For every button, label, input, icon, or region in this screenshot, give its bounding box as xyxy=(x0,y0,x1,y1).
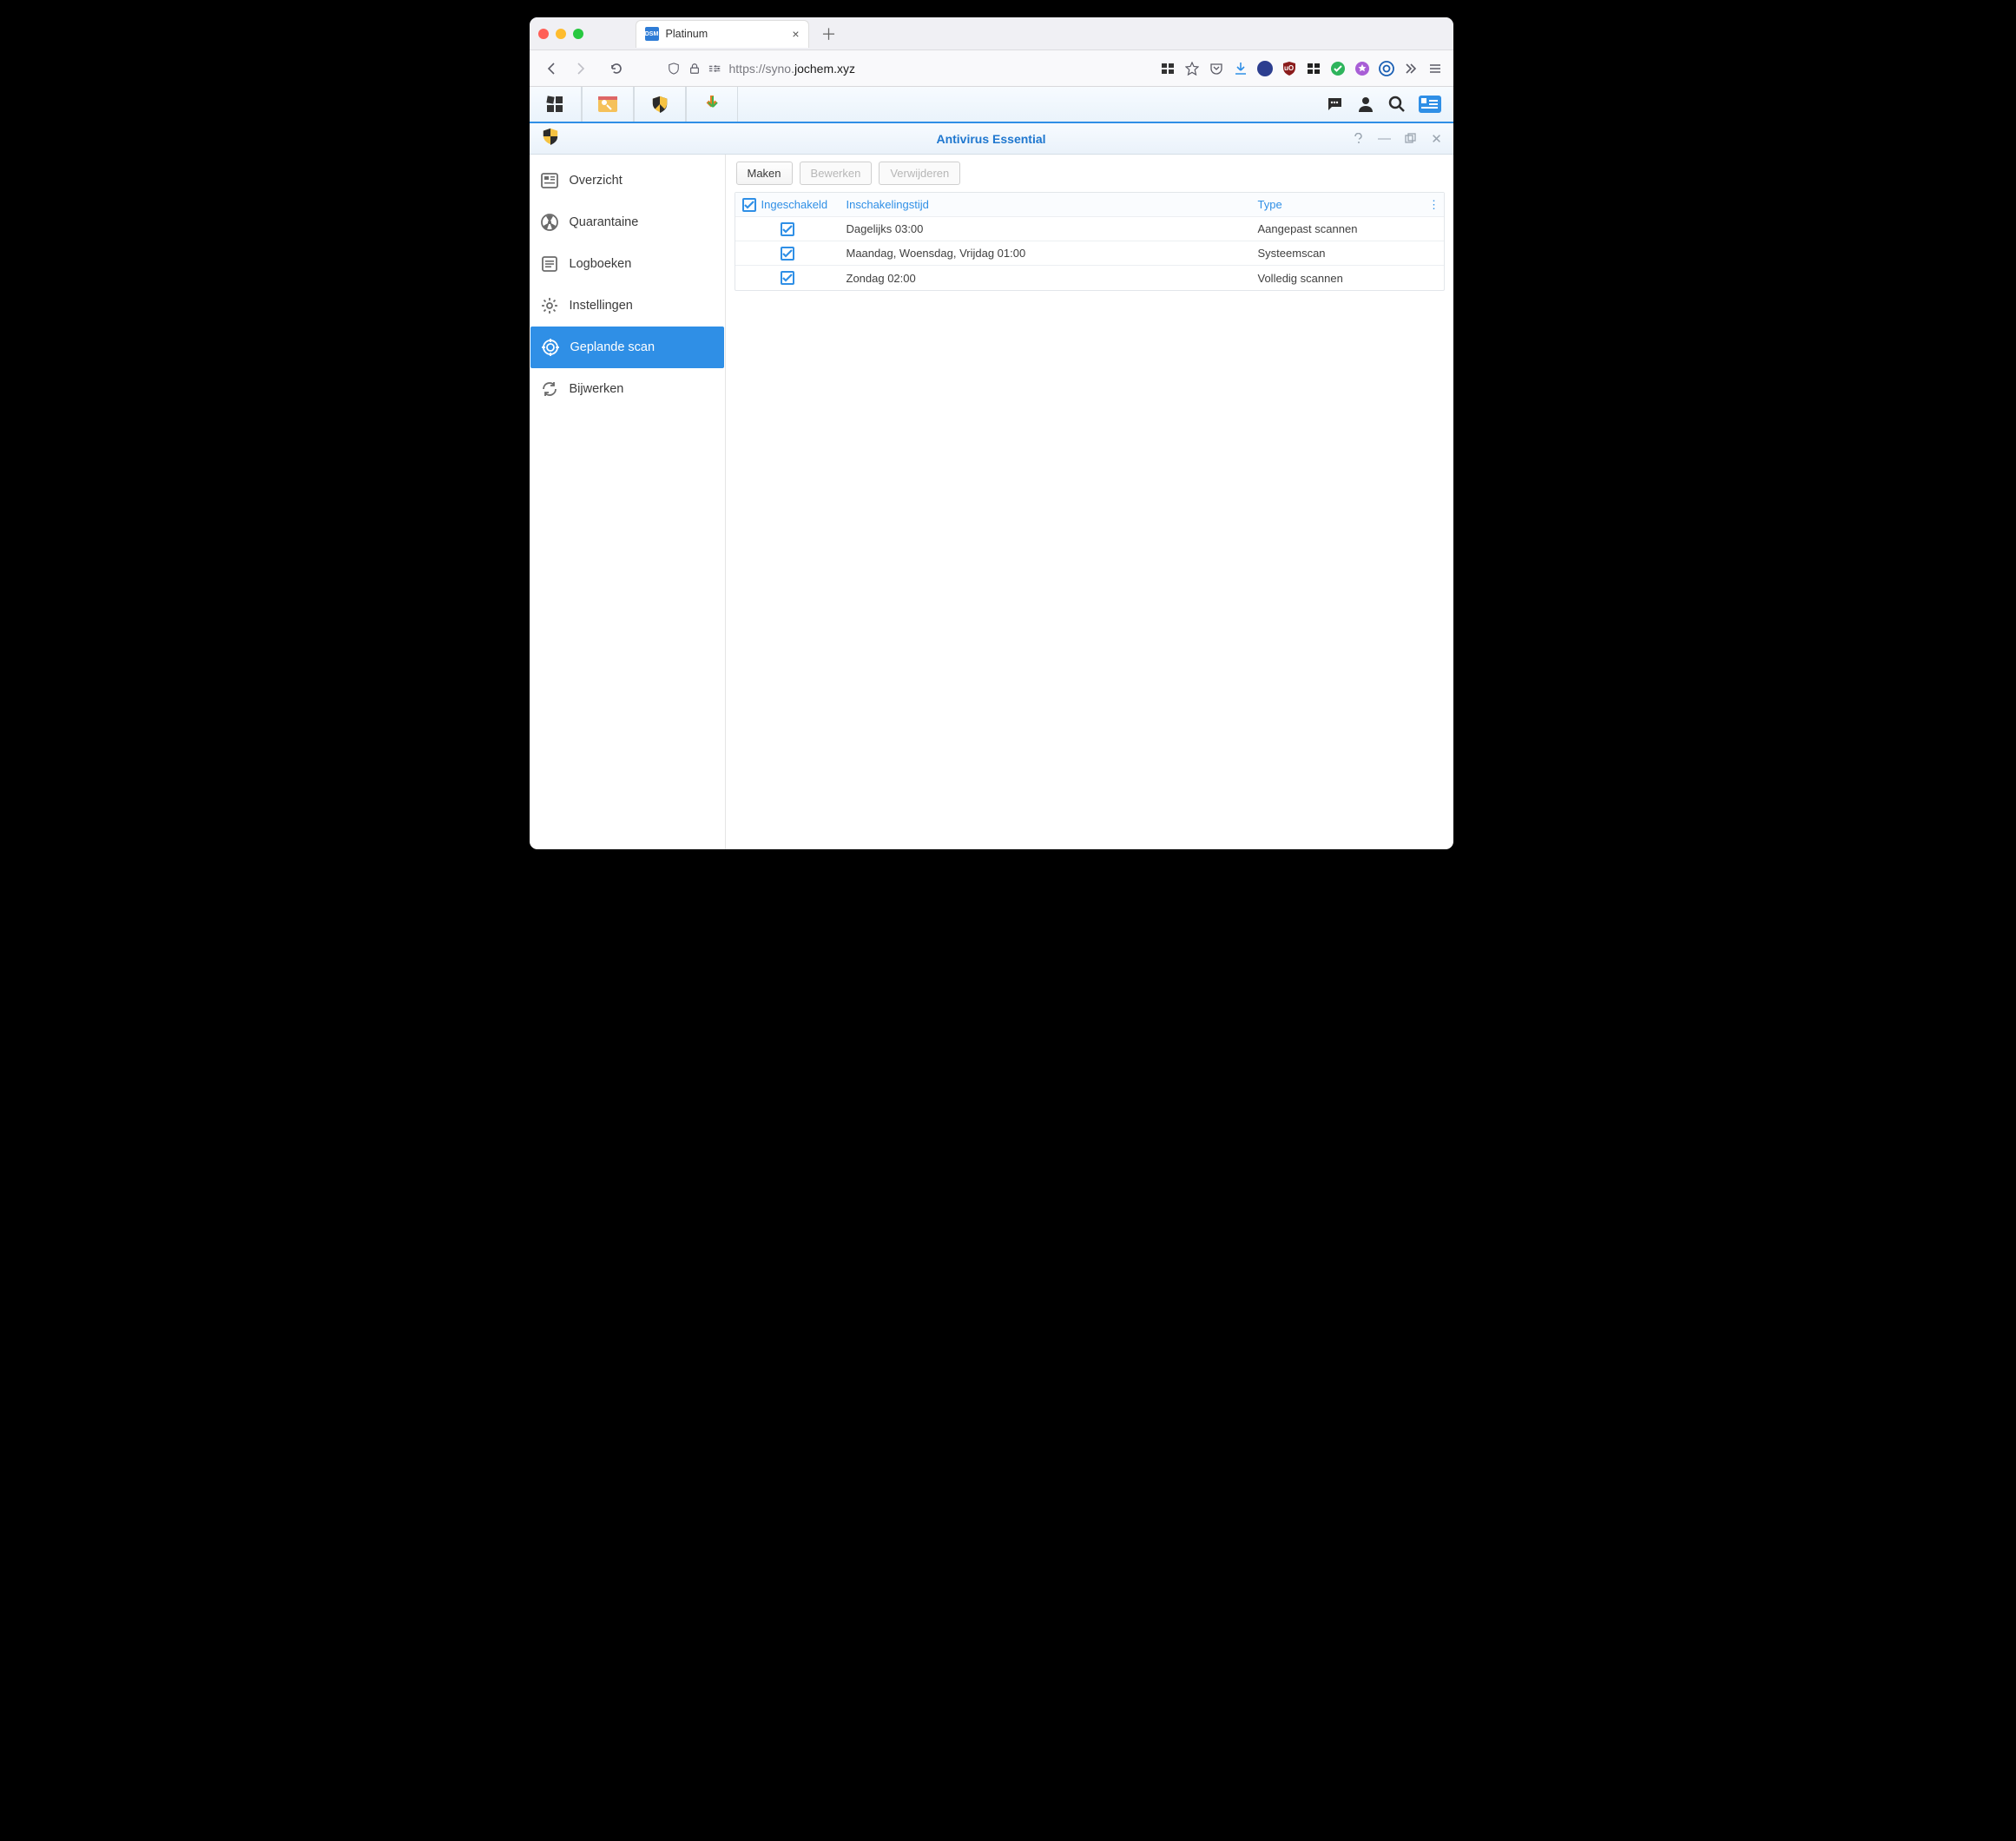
ublock-icon[interactable]: uO xyxy=(1281,61,1297,76)
dsm-chat-icon[interactable] xyxy=(1325,95,1344,114)
cell-type: Aangepast scannen xyxy=(1251,217,1425,241)
column-header-enabled[interactable]: Ingeschakeld xyxy=(735,193,840,217)
column-header-type[interactable]: Type xyxy=(1251,193,1425,217)
sidebar-item-label: Bijwerken xyxy=(570,382,624,396)
hamburger-menu-icon[interactable] xyxy=(1427,61,1443,76)
cell-time: Dagelijks 03:00 xyxy=(840,217,1251,241)
minimize-window-button[interactable] xyxy=(556,29,566,39)
row-checkbox[interactable] xyxy=(781,222,794,236)
reader-view-icon[interactable] xyxy=(1160,61,1176,76)
cell-type: Systeemscan xyxy=(1251,241,1425,266)
radiation-icon xyxy=(540,213,559,232)
action-toolbar: Maken Bewerken Verwijderen xyxy=(735,162,1445,192)
zoom-window-button[interactable] xyxy=(573,29,583,39)
url-display: https://syno.jochem.xyz xyxy=(729,62,856,76)
extension-icon-purple[interactable] xyxy=(1354,61,1370,76)
app-titlebar: Antivirus Essential — ✕ xyxy=(530,123,1453,155)
browser-tab[interactable]: DSM Platinum × xyxy=(636,20,809,48)
sidebar-item-label: Overzicht xyxy=(570,174,623,188)
app-close-button[interactable]: ✕ xyxy=(1427,129,1446,148)
table-row[interactable]: Zondag 02:00 Volledig scannen xyxy=(735,266,1444,290)
dsm-taskbar xyxy=(530,87,1453,123)
antivirus-app: Antivirus Essential — ✕ xyxy=(530,123,1453,849)
app-title: Antivirus Essential xyxy=(936,132,1045,146)
sidebar-item-geplande-scan[interactable]: Geplande scan xyxy=(530,327,724,368)
table-row[interactable]: Dagelijks 03:00 Aangepast scannen xyxy=(735,217,1444,241)
sidebar-item-label: Geplande scan xyxy=(570,340,656,354)
scheduled-scan-table: Ingeschakeld Inschakelingstijd Type ⋮ Da… xyxy=(735,192,1445,291)
new-tab-button[interactable]: ＋ xyxy=(821,23,837,45)
app-maximize-button[interactable] xyxy=(1401,129,1420,148)
logs-icon xyxy=(540,254,559,274)
back-button[interactable] xyxy=(540,56,564,81)
select-all-checkbox[interactable] xyxy=(742,198,756,212)
cell-type: Volledig scannen xyxy=(1251,266,1425,290)
forward-button[interactable] xyxy=(568,56,592,81)
pocket-icon[interactable] xyxy=(1209,61,1224,76)
shield-outline-icon xyxy=(667,62,681,76)
tab-close-button[interactable]: × xyxy=(792,27,799,41)
sidebar-item-label: Logboeken xyxy=(570,257,632,271)
download-icon[interactable] xyxy=(1233,61,1248,76)
edit-button[interactable]: Bewerken xyxy=(800,162,873,185)
lock-icon xyxy=(688,62,702,76)
sidebar-item-overzicht[interactable]: Overzicht xyxy=(530,160,725,201)
dsm-user-icon[interactable] xyxy=(1356,95,1375,114)
sidebar-item-label: Instellingen xyxy=(570,299,633,313)
overview-icon xyxy=(540,171,559,190)
bookmark-star-icon[interactable] xyxy=(1184,61,1200,76)
sidebar-item-instellingen[interactable]: Instellingen xyxy=(530,285,725,327)
row-checkbox[interactable] xyxy=(781,271,794,285)
reload-button[interactable] xyxy=(604,56,629,81)
permissions-icon xyxy=(708,62,722,76)
table-row[interactable]: Maandag, Woensdag, Vrijdag 01:00 Systeem… xyxy=(735,241,1444,266)
close-window-button[interactable] xyxy=(538,29,549,39)
app-icon xyxy=(542,128,559,149)
extension-icon-1password[interactable] xyxy=(1379,61,1394,76)
create-button[interactable]: Maken xyxy=(736,162,793,185)
browser-toolbar: https://syno.jochem.xyz xyxy=(530,50,1453,87)
column-options-button[interactable]: ⋮ xyxy=(1425,193,1444,217)
table-header: Ingeschakeld Inschakelingstijd Type ⋮ xyxy=(735,193,1444,217)
dsm-search-icon[interactable] xyxy=(1387,95,1407,114)
extension-icon-green[interactable] xyxy=(1330,61,1346,76)
tab-title: Platinum xyxy=(666,28,708,40)
dsm-taskbar-download[interactable] xyxy=(686,87,738,122)
app-minimize-button[interactable]: — xyxy=(1375,129,1394,148)
target-icon xyxy=(541,338,560,357)
content-pane: Maken Bewerken Verwijderen Ingeschakeld xyxy=(726,155,1453,849)
overflow-icon[interactable] xyxy=(1403,61,1419,76)
tab-favicon: DSM xyxy=(645,27,659,41)
row-checkbox[interactable] xyxy=(781,247,794,261)
delete-button[interactable]: Verwijderen xyxy=(879,162,960,185)
browser-window: DSM Platinum × ＋ xyxy=(530,17,1453,849)
sidebar-item-logboeken[interactable]: Logboeken xyxy=(530,243,725,285)
browser-tabstrip: DSM Platinum × ＋ xyxy=(530,17,1453,50)
sidebar-item-label: Quarantaine xyxy=(570,215,639,229)
sidebar-item-quarantaine[interactable]: Quarantaine xyxy=(530,201,725,243)
refresh-icon xyxy=(540,379,559,399)
dsm-taskbar-antivirus[interactable] xyxy=(634,87,686,122)
cell-time: Maandag, Woensdag, Vrijdag 01:00 xyxy=(840,241,1251,266)
dsm-main-menu[interactable] xyxy=(530,87,582,122)
app-help-button[interactable] xyxy=(1349,129,1368,148)
address-bar[interactable]: https://syno.jochem.xyz xyxy=(667,62,1139,76)
sidebar-item-bijwerken[interactable]: Bijwerken xyxy=(530,368,725,410)
dsm-widgets-icon[interactable] xyxy=(1419,96,1441,113)
column-header-time[interactable]: Inschakelingstijd xyxy=(840,193,1251,217)
dsm-taskbar-app-1[interactable] xyxy=(582,87,634,122)
extension-icon-1[interactable] xyxy=(1257,61,1273,76)
sidebar: Overzicht Quarantaine Logboeken xyxy=(530,155,726,849)
gear-icon xyxy=(540,296,559,315)
window-traffic-lights xyxy=(538,29,583,39)
extension-icon-2[interactable] xyxy=(1306,61,1321,76)
cell-time: Zondag 02:00 xyxy=(840,266,1251,290)
